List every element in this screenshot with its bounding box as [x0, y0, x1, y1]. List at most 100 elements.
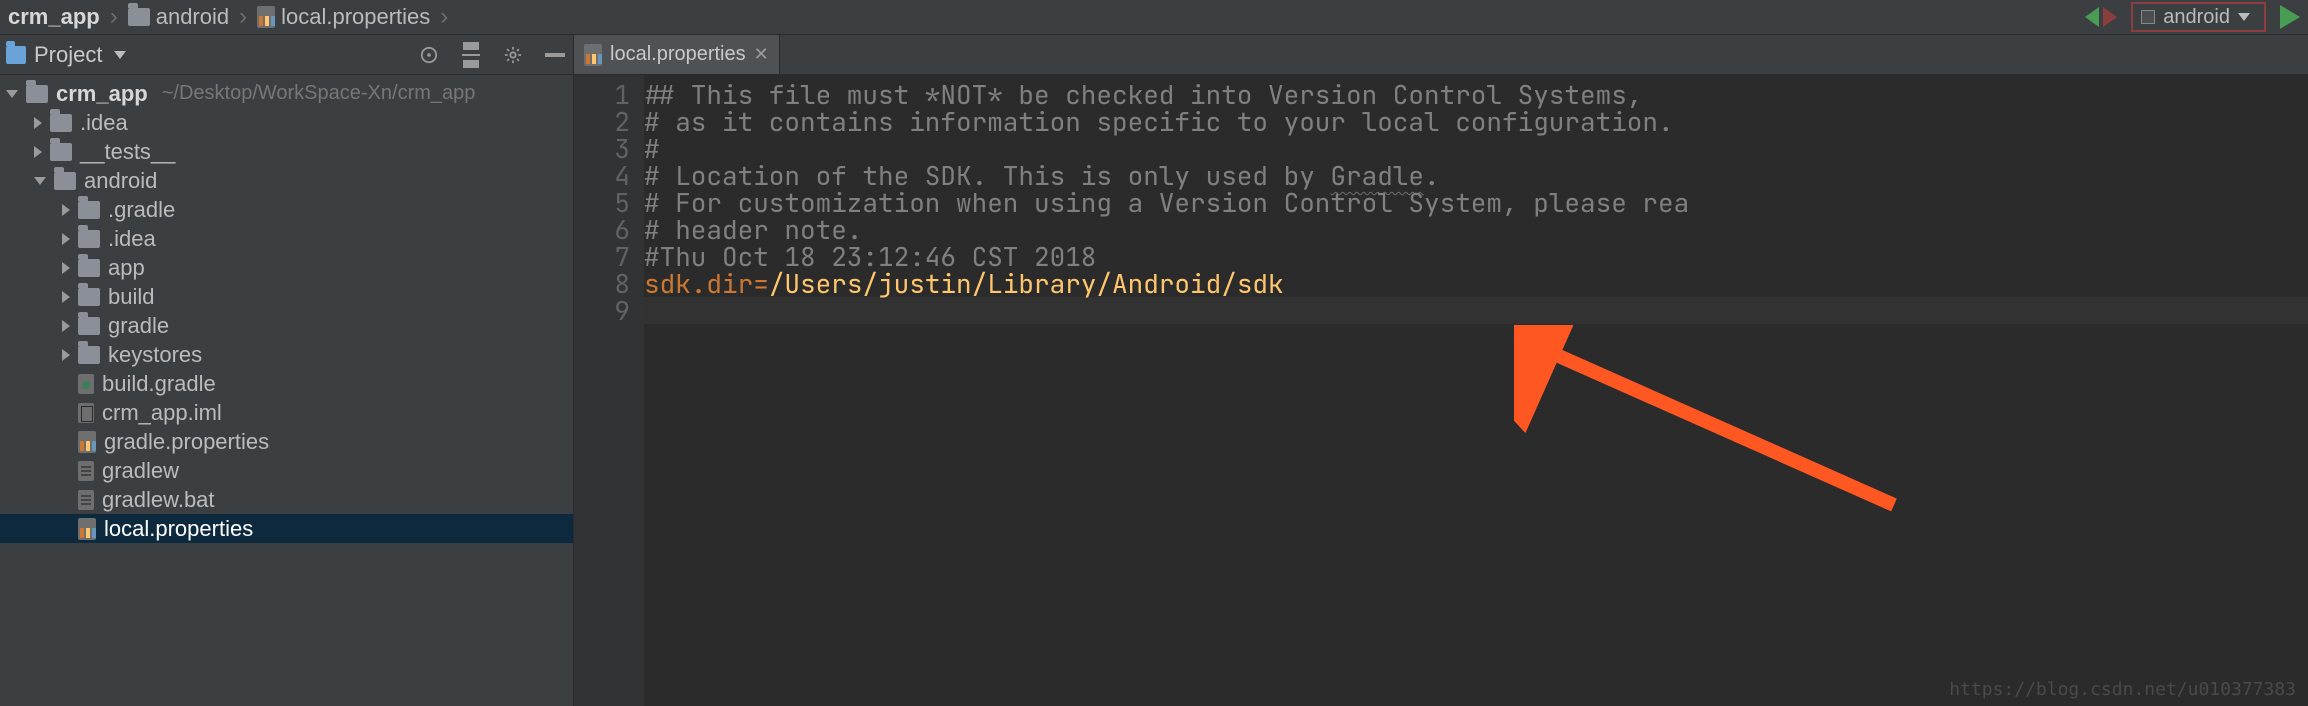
folder-icon [50, 143, 72, 161]
tree-item-label: keystores [108, 342, 202, 368]
breadcrumb-separator-icon: › [438, 3, 450, 31]
editor-tab[interactable]: local.properties ✕ [574, 35, 780, 74]
run-config-dropdown[interactable]: android [2131, 2, 2266, 32]
folder-icon [50, 114, 72, 132]
tree-folder[interactable]: .idea [0, 224, 573, 253]
tree-folder[interactable]: .idea [0, 108, 573, 137]
run-button[interactable] [2280, 5, 2300, 29]
chevron-down-icon [114, 51, 126, 59]
tree-folder[interactable]: android [0, 166, 573, 195]
project-view-icon [6, 46, 26, 64]
folder-icon [78, 346, 100, 364]
breadcrumb: crm_app › android › local.properties › [0, 0, 450, 34]
project-tool-title[interactable]: Project [6, 42, 126, 68]
nav-back-forward [2085, 7, 2117, 27]
iml-file-icon [78, 403, 94, 423]
tree-root[interactable]: crm_app ~/Desktop/WorkSpace-Xn/crm_app [0, 79, 573, 108]
chevron-down-icon [2238, 13, 2250, 21]
project-tool-label: Project [34, 42, 102, 68]
run-config-label: android [2163, 6, 2230, 29]
module-icon [2141, 10, 2155, 24]
folder-icon [128, 8, 150, 26]
tree-item-label: app [108, 255, 145, 281]
folder-icon [78, 317, 100, 335]
expander-icon[interactable] [62, 349, 70, 361]
tree-folder[interactable]: keystores [0, 340, 573, 369]
tree-file[interactable]: gradle.properties [0, 427, 573, 456]
expander-icon[interactable] [34, 117, 42, 129]
tree-item-label: build [108, 284, 154, 310]
code-line[interactable]: sdk.dir=/Users/justin/Library/Android/sd… [644, 270, 2308, 297]
tree-folder[interactable]: app [0, 253, 573, 282]
tree-item-label: .gradle [108, 197, 175, 223]
main-split: Project cr [0, 35, 2308, 706]
expander-icon[interactable] [6, 90, 18, 98]
breadcrumb-item-root[interactable]: crm_app [0, 0, 108, 34]
watermark-text: https://blog.csdn.net/u010377383 [1949, 679, 2296, 700]
editor-tab-bar: local.properties ✕ [574, 35, 2308, 75]
tree-folder[interactable]: __tests__ [0, 137, 573, 166]
folder-icon [78, 259, 100, 277]
hide-tool-window-icon[interactable] [545, 45, 565, 65]
folder-icon [78, 288, 100, 306]
gradle-file-icon [78, 374, 94, 394]
breadcrumb-item-folder[interactable]: android [120, 0, 237, 34]
top-right-controls: android [2085, 2, 2300, 32]
properties-file-icon [257, 6, 275, 28]
tree-item-label: crm_app.iml [102, 400, 222, 426]
editor-tab-label: local.properties [610, 43, 746, 66]
project-tool-header: Project [0, 35, 573, 75]
tree-file[interactable]: crm_app.iml [0, 398, 573, 427]
tree-folder[interactable]: .gradle [0, 195, 573, 224]
tree-item-label: local.properties [104, 516, 253, 542]
code-line[interactable] [644, 297, 2308, 324]
properties-file-icon [78, 431, 96, 453]
folder-icon [26, 85, 48, 103]
top-toolbar: crm_app › android › local.properties › a… [0, 0, 2308, 35]
code-line[interactable]: # For customization when using a Version… [644, 189, 2308, 216]
expander-icon[interactable] [62, 320, 70, 332]
code-editor[interactable]: 123456789 ## This file must *NOT* be che… [574, 75, 2308, 706]
code-token: = [753, 266, 769, 301]
expander-icon[interactable] [34, 146, 42, 158]
breadcrumb-item-file[interactable]: local.properties [249, 0, 438, 34]
close-icon[interactable]: ✕ [754, 44, 769, 65]
tree-item-label: build.gradle [102, 371, 216, 397]
tree-item-label: gradlew [102, 458, 179, 484]
back-icon[interactable] [2085, 7, 2099, 27]
text-file-icon [78, 490, 94, 510]
line-number: 9 [574, 297, 630, 324]
tree-item-label: android [84, 168, 157, 194]
expander-icon[interactable] [62, 262, 70, 274]
tree-item-label: gradlew.bat [102, 487, 215, 513]
tree-root-label: crm_app [56, 81, 148, 107]
project-tool-actions [419, 45, 565, 65]
editor-content[interactable]: ## This file must *NOT* be checked into … [644, 75, 2308, 706]
editor-gutter: 123456789 [574, 75, 644, 706]
project-tree[interactable]: crm_app ~/Desktop/WorkSpace-Xn/crm_app .… [0, 75, 573, 706]
breadcrumb-label: local.properties [281, 4, 430, 30]
tree-file[interactable]: gradlew [0, 456, 573, 485]
expander-icon[interactable] [34, 177, 46, 185]
tree-item-label: .idea [80, 110, 128, 136]
tree-item-label: gradle.properties [104, 429, 269, 455]
select-opened-file-icon[interactable] [419, 45, 439, 65]
properties-file-icon [584, 44, 602, 66]
code-token: # as it contains information specific to… [644, 104, 1674, 139]
expander-icon[interactable] [62, 233, 70, 245]
tree-file[interactable]: local.properties [0, 514, 573, 543]
breadcrumb-separator-icon: › [237, 3, 249, 31]
project-tool-window: Project cr [0, 35, 574, 706]
expander-icon[interactable] [62, 204, 70, 216]
tree-file[interactable]: build.gradle [0, 369, 573, 398]
expander-icon[interactable] [62, 291, 70, 303]
forward-icon[interactable] [2103, 7, 2117, 27]
breadcrumb-separator-icon: › [108, 3, 120, 31]
tree-folder[interactable]: build [0, 282, 573, 311]
code-line[interactable]: # as it contains information specific to… [644, 108, 2308, 135]
expand-collapse-all-icon[interactable] [461, 45, 481, 65]
tree-file[interactable]: gradlew.bat [0, 485, 573, 514]
breadcrumb-label: android [156, 4, 229, 30]
tree-folder[interactable]: gradle [0, 311, 573, 340]
gear-icon[interactable] [503, 45, 523, 65]
